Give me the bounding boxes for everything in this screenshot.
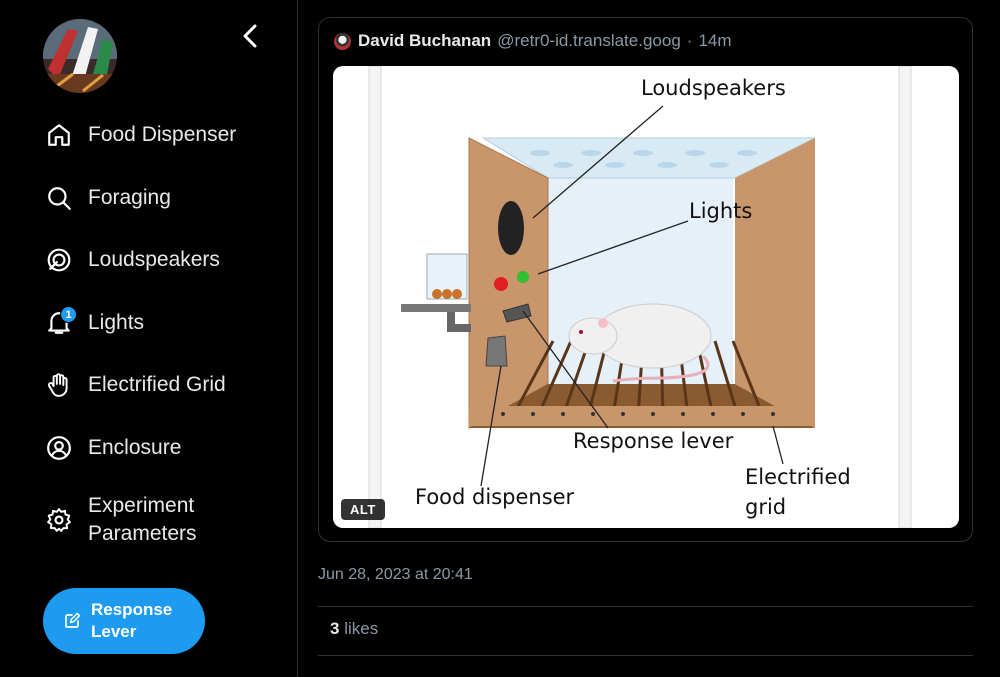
sidebar-item-experiment-parameters[interactable]: Experiment Parameters	[44, 492, 197, 548]
sidebar-item-label: Electrified Grid	[88, 373, 226, 396]
spaces-icon	[44, 245, 74, 275]
likes-count[interactable]: 3 likes	[330, 619, 378, 639]
sidebar-item-lights[interactable]: 1 Lights	[44, 306, 145, 338]
alt-text-badge[interactable]: ALT	[341, 499, 385, 520]
divider	[318, 655, 973, 656]
sidebar-item-label: Lights	[88, 311, 145, 334]
diagram-label-lights: Lights	[689, 199, 752, 223]
profile-icon	[44, 433, 74, 463]
diagram-label-loudspeakers: Loudspeakers	[641, 76, 786, 100]
label-line-1: Experiment	[88, 494, 195, 517]
diagram-label-response-lever: Response lever	[573, 429, 734, 453]
sidebar-item-loudspeakers[interactable]: Loudspeakers	[44, 245, 220, 275]
post-timestamp[interactable]: Jun 28, 2023 at 20:41	[318, 566, 473, 584]
author-name[interactable]: David Buchanan	[358, 31, 491, 51]
sidebar-item-label: Foraging	[88, 186, 171, 209]
search-icon	[44, 183, 74, 213]
diagram-label-food-dispenser: Food dispenser	[415, 485, 575, 509]
avatar[interactable]	[43, 19, 117, 93]
post-image[interactable]: Loudspeakers Lights Response lever Food …	[333, 66, 959, 528]
home-icon	[44, 120, 74, 150]
sidebar-item-label: Loudspeakers	[88, 248, 220, 271]
back-button[interactable]	[236, 22, 264, 50]
sidebar-item-food-dispenser[interactable]: Food Dispenser	[44, 120, 236, 150]
hand-icon	[44, 370, 74, 400]
sidebar-item-label: Food Dispenser	[88, 123, 237, 146]
post-age[interactable]: 14m	[698, 31, 731, 51]
author-avatar[interactable]	[334, 32, 351, 50]
label-line-2: Parameters	[88, 522, 197, 545]
likes-label: likes	[344, 619, 379, 638]
author-handle[interactable]: @retr0-id.translate.goog	[497, 31, 681, 51]
post-card[interactable]: David Buchanan @retr0-id.translate.goog …	[318, 17, 973, 542]
sidebar: Food Dispenser Foraging Loudspeakers 1 L…	[0, 0, 298, 677]
sidebar-item-label: Enclosure	[88, 436, 182, 459]
sidebar-item-foraging[interactable]: Foraging	[44, 183, 171, 213]
diagram-label-grid-line1: Electrified	[745, 465, 851, 489]
diagram-label-grid-line2: grid	[745, 495, 786, 519]
gear-icon	[44, 505, 74, 535]
notification-badge: 1	[60, 306, 77, 323]
chevron-left-icon	[243, 24, 257, 48]
cta-label: Response Lever	[91, 599, 172, 643]
response-lever-button[interactable]: Response Lever	[43, 588, 205, 654]
sidebar-item-electrified-grid[interactable]: Electrified Grid	[44, 370, 226, 400]
sidebar-item-enclosure[interactable]: Enclosure	[44, 433, 181, 463]
cta-line-1: Response	[91, 600, 173, 619]
separator: ·	[686, 31, 693, 50]
divider	[318, 606, 973, 607]
cta-line-2: Lever	[91, 622, 137, 641]
likes-number: 3	[330, 619, 340, 638]
bell-icon: 1	[44, 306, 77, 338]
post-header: David Buchanan @retr0-id.translate.goog …	[334, 31, 732, 51]
sidebar-item-label: Experiment Parameters	[88, 492, 197, 548]
compose-icon	[65, 612, 81, 628]
operant-chamber-diagram: Loudspeakers Lights Response lever Food …	[368, 66, 912, 528]
